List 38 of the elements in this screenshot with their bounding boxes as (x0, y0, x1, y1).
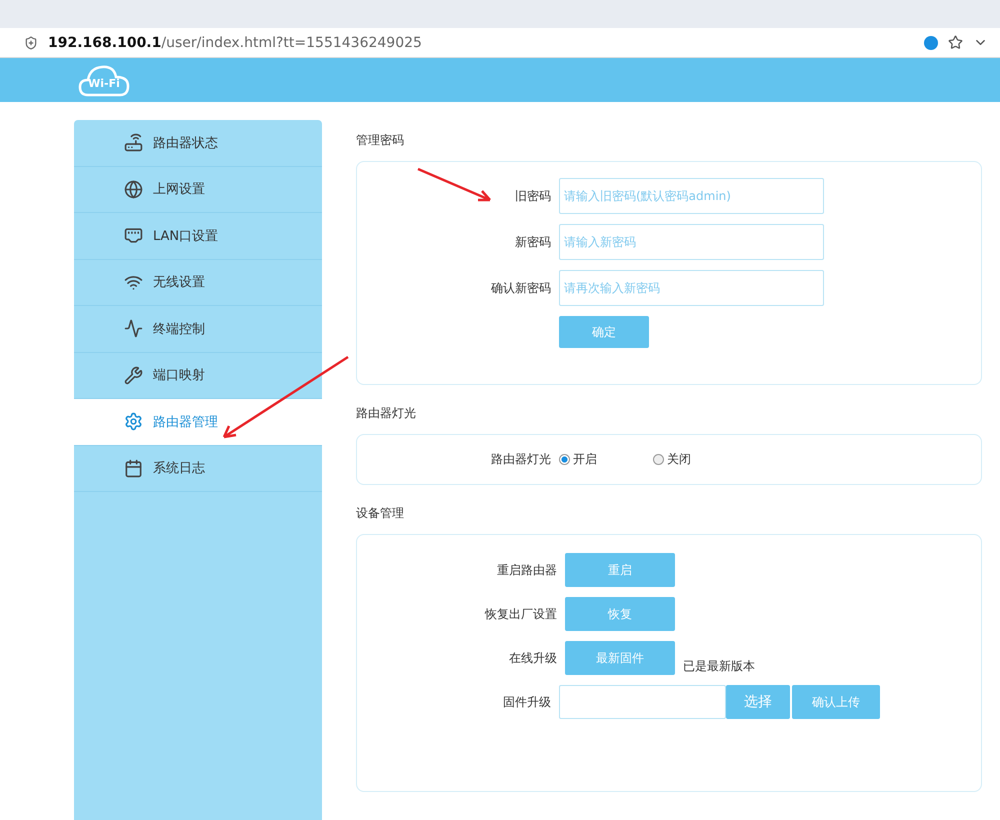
ethernet-port-icon (124, 226, 143, 246)
section-title: 路由器灯光 (355, 405, 417, 422)
password-field[interactable]: 请输入旧密码(默认密码admin) (559, 178, 824, 214)
field-label: 确认新密码 (490, 280, 552, 296)
sidebar-item[interactable]: 系统日志 (74, 446, 322, 492)
sidebar-item[interactable]: 路由器状态 (74, 120, 322, 166)
field-label: 固件升级 (502, 694, 552, 710)
field-label: 旧密码 (514, 188, 552, 204)
sidebar-item[interactable]: 上网设置 (74, 166, 322, 213)
sidebar-item[interactable]: 终端控制 (74, 306, 322, 352)
url-text[interactable]: 192.168.100.1/user/index.html?tt=1551436249025 (48, 34, 914, 50)
zigzag-icon (124, 319, 143, 338)
file-field[interactable] (559, 685, 726, 719)
sidebar-item[interactable]: LAN口设置 (74, 213, 322, 260)
field-label: 路由器灯光 (490, 451, 552, 468)
section-title: 管理密码 (355, 132, 405, 149)
password-field[interactable]: 请再次输入新密码 (559, 270, 824, 306)
radio-option[interactable]: 开启 (559, 451, 597, 468)
field-label: 新密码 (514, 234, 552, 250)
router-icon (124, 133, 143, 152)
bookmark-star-icon[interactable] (948, 35, 963, 50)
settings-icon (124, 412, 143, 432)
radio-icon[interactable] (559, 454, 570, 465)
shield-icon (24, 36, 38, 50)
sidebar-item[interactable]: 路由器管理 (74, 399, 322, 446)
field-label: 恢复出厂设置 (484, 606, 558, 622)
radio-icon[interactable] (653, 454, 664, 465)
globe-icon (124, 180, 143, 199)
field-label: 在线升级 (508, 650, 558, 666)
section-title: 设备管理 (355, 505, 405, 522)
password-field[interactable]: 请输入新密码 (559, 224, 824, 260)
status-text: 已是最新版本 (683, 658, 755, 675)
radio-option[interactable]: 关闭 (653, 451, 691, 468)
field-label: 重启路由器 (496, 562, 558, 578)
wrench-icon (124, 366, 143, 385)
browser-icon[interactable] (924, 36, 938, 50)
sidebar-item[interactable]: 无线设置 (74, 260, 322, 306)
calendar-icon (124, 458, 143, 478)
